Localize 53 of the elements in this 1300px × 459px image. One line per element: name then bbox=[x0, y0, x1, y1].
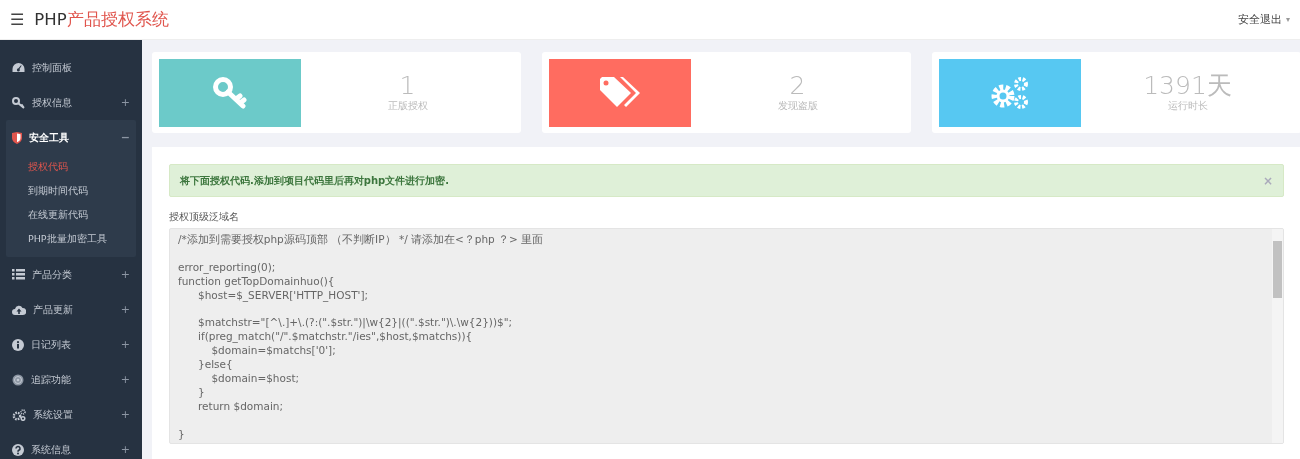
cloud-upload-icon bbox=[12, 304, 26, 315]
field-label: 授权顶级泛域名 bbox=[169, 211, 240, 224]
stat-value: 1 bbox=[398, 71, 417, 100]
stat-value: 2 bbox=[788, 71, 807, 100]
stat-label: 发现盗版 bbox=[776, 99, 819, 114]
help-icon bbox=[12, 443, 24, 456]
key-icon bbox=[213, 76, 247, 109]
target-icon bbox=[12, 373, 24, 386]
key-icon bbox=[12, 96, 25, 109]
sidebar-item-label: 安全工具 bbox=[29, 130, 70, 145]
caret-icon: ▾ bbox=[1286, 15, 1290, 24]
sidebar-item[interactable]: 安全工具 − bbox=[6, 120, 136, 155]
sidebar-item-label: 追踪功能 bbox=[31, 372, 72, 387]
shield-icon bbox=[12, 131, 22, 144]
sidebar-item[interactable]: 追踪功能 + bbox=[0, 362, 142, 397]
code-field[interactable]: /*添加到需要授权php源码顶部 （不判断IP） */ 请添加在<？php ？> 里面 error_reporting(0); function getTopDomainhuo(){ $host=$_SERVER['HTTP_HOST']; $matchstr="[^\.]+\.(?:(".$str.")|\w{2}|((".$str.")\.\w{2}))$"; if(preg_match("/".$matchstr."/ies",$host,$matchs)){ $domain=$matchs['0']; }else{ $domain=$host; } return $domain; } bbox=[169, 228, 1284, 444]
sidebar-item-label: 产品更新 bbox=[33, 302, 74, 317]
alert-message: 将下面授权代码.添加到项目代码里后再对php文件进行加密. bbox=[180, 173, 450, 188]
sidebar-item[interactable]: 系统信息 + bbox=[0, 432, 142, 459]
sidebar-item[interactable]: 产品更新 + bbox=[0, 292, 142, 327]
sidebar-item[interactable]: 系统设置 + bbox=[0, 397, 142, 432]
sidebar-item[interactable]: 授权信息 + bbox=[0, 85, 142, 120]
info-icon bbox=[12, 338, 24, 351]
sidebar-item-label: 产品分类 bbox=[32, 267, 73, 282]
sidebar-item[interactable]: 控制面板 bbox=[0, 50, 142, 85]
dashboard-icon bbox=[12, 62, 25, 73]
sidebar-item-label: 系统信息 bbox=[31, 442, 72, 457]
sidebar-item[interactable]: 产品分类 + bbox=[0, 257, 142, 292]
list-icon bbox=[12, 269, 25, 280]
gears-icon bbox=[990, 75, 1030, 110]
expand-icon[interactable]: + bbox=[120, 96, 130, 109]
tags-icon bbox=[600, 76, 640, 109]
submenu-item[interactable]: PHP批量加密工具 bbox=[6, 227, 136, 251]
gears-icon bbox=[12, 408, 26, 421]
expand-icon[interactable]: + bbox=[120, 443, 130, 456]
menu-icon[interactable]: ☰ bbox=[10, 10, 25, 29]
sidebar-item[interactable]: 日记列表 + bbox=[0, 327, 142, 362]
expand-icon[interactable]: + bbox=[120, 338, 130, 351]
expand-icon[interactable]: + bbox=[120, 303, 130, 316]
sidebar-item-label: 日记列表 bbox=[31, 337, 72, 352]
sidebar-item-label: 控制面板 bbox=[32, 60, 73, 75]
logout-link[interactable]: 安全退出 bbox=[1238, 12, 1282, 27]
expand-icon[interactable]: + bbox=[120, 268, 130, 281]
expand-icon[interactable]: + bbox=[120, 373, 130, 386]
stat-value: 1391天 bbox=[1142, 71, 1233, 100]
collapse-icon[interactable]: − bbox=[120, 131, 130, 144]
sidebar-item-label: 授权信息 bbox=[32, 95, 73, 110]
app-title: PHP产品授权系统 bbox=[34, 8, 169, 31]
submenu-item[interactable]: 到期时间代码 bbox=[6, 179, 136, 203]
expand-icon[interactable]: + bbox=[120, 408, 130, 421]
sidebar-item-label: 系统设置 bbox=[33, 407, 74, 422]
submenu-item[interactable]: 在线更新代码 bbox=[6, 203, 136, 227]
scrollbar[interactable] bbox=[1272, 229, 1283, 443]
